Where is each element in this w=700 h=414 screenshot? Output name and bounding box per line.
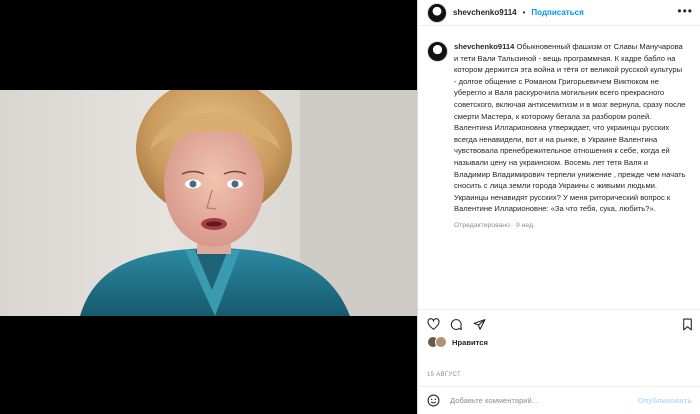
publish-button[interactable]: Опубликовать <box>638 396 692 405</box>
caption-block: shevchenko9114 Обыкновенный фашизм от Сл… <box>427 41 689 232</box>
follow-button[interactable]: Подписаться <box>531 8 583 17</box>
post-header: shevchenko9114 • Подписаться ••• <box>418 0 700 26</box>
likes-label[interactable]: Нравится <box>452 338 488 347</box>
avatar[interactable] <box>427 2 447 23</box>
post-sidebar: shevchenko9114 • Подписаться ••• shevche… <box>417 0 700 414</box>
liker-avatars[interactable] <box>427 336 447 348</box>
separator-dot: • <box>522 8 526 17</box>
action-bar <box>418 309 700 336</box>
smiley-icon[interactable] <box>427 394 440 407</box>
username-link[interactable]: shevchenko9114 <box>453 8 517 17</box>
caption-text: Обыкновенный фашизм от Славы Манучарова … <box>454 42 686 214</box>
caption-username[interactable]: shevchenko9114 <box>454 42 514 51</box>
video-frame[interactable] <box>0 90 417 316</box>
comment-icon[interactable] <box>450 318 463 331</box>
bookmark-icon[interactable] <box>681 318 694 331</box>
avatar <box>435 336 447 348</box>
comment-input[interactable] <box>448 395 638 406</box>
caption-avatar[interactable] <box>427 41 448 62</box>
post-date: 15 АВГУСТ <box>427 372 461 378</box>
woman-portrait-image <box>80 90 417 316</box>
send-icon[interactable] <box>473 318 486 331</box>
likes-row: Нравится <box>427 336 488 348</box>
caption: shevchenko9114 Обыкновенный фашизм от Сл… <box>454 41 686 232</box>
heart-icon[interactable] <box>427 318 440 331</box>
more-options-icon[interactable]: ••• <box>677 4 693 18</box>
comment-bar: Опубликовать <box>418 386 700 414</box>
edited-meta: Отредактировано · 9 нед. <box>454 221 535 229</box>
post-media <box>0 0 417 414</box>
